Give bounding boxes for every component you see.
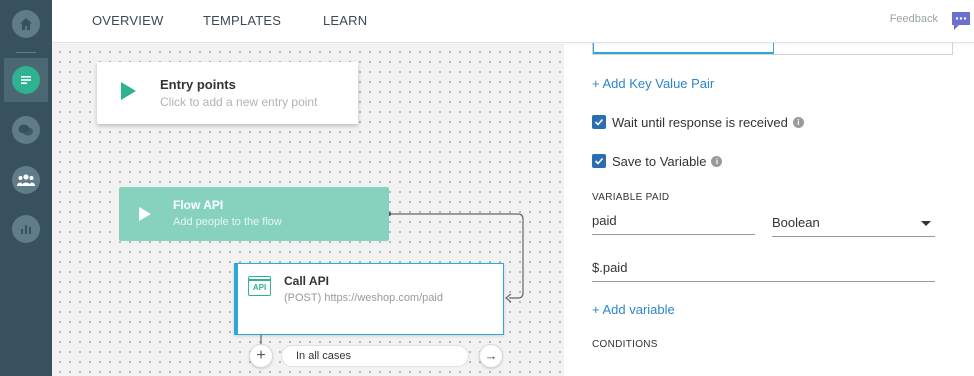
entry-points-subtitle: Click to add a new entry point [160,95,318,109]
tab-overview[interactable]: OVERVIEW [92,13,163,28]
conditions-section-label: CONDITIONS [592,339,658,350]
json-path-field[interactable]: $.paid [592,260,935,282]
top-nav: OVERVIEW TEMPLATES LEARN Feedback [52,0,974,43]
panel-tabs [592,42,953,55]
save-variable-row: Save to Variable i [592,153,723,169]
api-icon: API [248,276,271,296]
flow-api-node[interactable]: Flow API Add people to the flow [119,187,389,241]
home-icon [12,10,40,38]
call-api-subtitle: (POST) https://weshop.com/paid [284,292,443,304]
feedback-chat-icon[interactable] [950,10,972,32]
play-icon [139,207,151,221]
flow-api-subtitle: Add people to the flow [173,216,282,228]
variable-section-label: VARIABLE PAID [592,192,670,203]
add-variable-link[interactable]: + Add variable [592,302,675,317]
sidebar-item-analytics[interactable] [4,207,48,251]
step-settings-panel: + Add Key Value Pair Wait until response… [564,42,974,376]
sidebar-item-home[interactable] [4,2,48,46]
next-step-arrow-button[interactable]: → [479,344,503,368]
info-icon: i [792,116,804,128]
add-step-button[interactable]: + [249,344,273,368]
conversations-icon [12,116,40,144]
flow-api-title: Flow API [173,198,224,212]
flows-chat-icon [12,66,40,94]
json-path-value: $.paid [592,260,628,275]
call-api-title: Call API [284,274,329,288]
variable-type-value: Boolean [772,215,820,230]
app-root: OVERVIEW TEMPLATES LEARN Feedback Entry … [0,0,974,376]
save-variable-label: Save to Variable [612,153,707,169]
panel-tab-selected[interactable] [593,42,774,54]
contacts-icon [12,166,40,194]
tab-templates[interactable]: TEMPLATES [203,13,281,28]
sidebar-item-contacts[interactable] [4,158,48,202]
variable-type-select[interactable]: Boolean [772,215,935,237]
tab-learn[interactable]: LEARN [323,13,367,28]
play-icon [121,82,136,100]
condition-in-all-cases[interactable]: In all cases [281,345,469,367]
analytics-icon [12,215,40,243]
sidebar [0,0,52,376]
sidebar-item-conversations[interactable] [4,108,48,152]
add-key-value-pair-link[interactable]: + Add Key Value Pair [592,76,714,91]
wait-response-row: Wait until response is received i [592,114,804,130]
sidebar-item-flows[interactable] [4,58,48,102]
variable-name-field[interactable]: paid [592,213,755,235]
feedback-link[interactable]: Feedback [890,13,938,25]
dropdown-arrow-icon [921,221,931,226]
variable-name-value: paid [592,213,617,228]
wait-response-checkbox[interactable] [592,115,606,129]
entry-points-title: Entry points [160,77,236,92]
entry-points-card[interactable]: Entry points Click to add a new entry po… [97,62,358,124]
flow-canvas[interactable]: Entry points Click to add a new entry po… [52,44,564,376]
sidebar-divider [16,52,36,53]
save-variable-checkbox[interactable] [592,154,606,168]
info-icon: i [711,155,723,167]
wait-response-label: Wait until response is received [612,114,788,130]
call-api-node[interactable]: API Call API (POST) https://weshop.com/p… [234,263,504,335]
